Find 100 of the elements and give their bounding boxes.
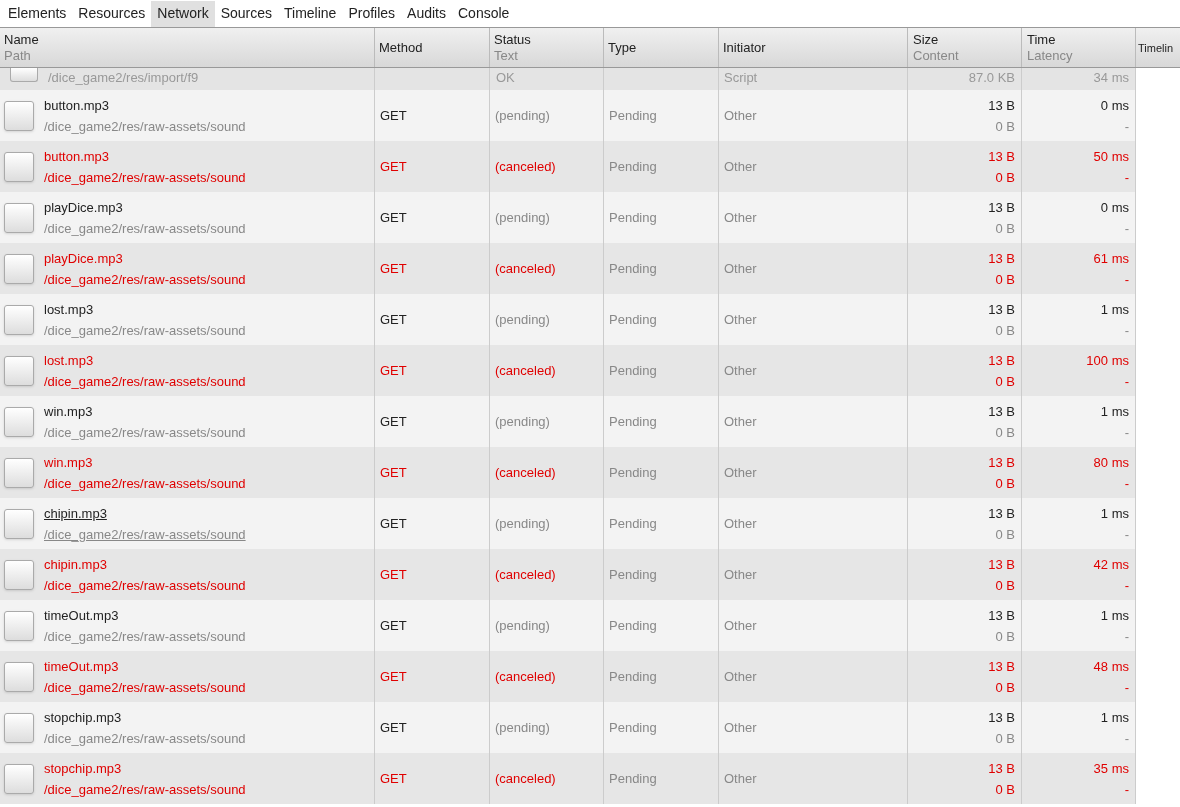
initiator-text: Other (724, 361, 757, 380)
latency-text: - (1124, 117, 1129, 136)
size-text: 13 B (988, 606, 1015, 625)
initiator-text: Other (724, 412, 757, 431)
request-name[interactable]: playDice.mp3 (44, 196, 246, 218)
type-text: Pending (609, 514, 657, 533)
status-text: (pending) (495, 412, 550, 431)
size-text: 13 B (988, 249, 1015, 268)
request-name[interactable]: chipin.mp3 (44, 553, 246, 575)
table-row[interactable]: timeOut.mp3 /dice_game2/res/raw-assets/sound GET (canceled) Pending Other 13 B 0 B 48 ms - (0, 651, 1180, 702)
table-row[interactable]: win.mp3 /dice_game2/res/raw-assets/sound GET (canceled) Pending Other 13 B 0 B 80 ms - (0, 447, 1180, 498)
request-name[interactable]: stopchip.mp3 (44, 706, 246, 728)
file-icon (4, 457, 34, 488)
file-icon (4, 661, 34, 692)
request-name[interactable]: button.mp3 (44, 94, 246, 116)
column-header[interactable]: Size (913, 31, 1021, 48)
initiator-text: Other (724, 463, 757, 482)
request-path: /dice_game2/res/raw-assets/sound (44, 219, 246, 238)
method-text: GET (380, 157, 407, 176)
table-row[interactable]: chipin.mp3 /dice_game2/res/raw-assets/sound GET (pending) Pending Other 13 B 0 B 1 ms - (0, 498, 1180, 549)
table-row[interactable]: timeOut.mp3 /dice_game2/res/raw-assets/sound GET (pending) Pending Other 13 B 0 B 1 ms - (0, 600, 1180, 651)
table-row[interactable]: playDice.mp3 /dice_game2/res/raw-assets/sound GET (canceled) Pending Other 13 B 0 B 61 ms - (0, 243, 1180, 294)
method-text: GET (380, 259, 407, 278)
column-header[interactable]: Name (4, 31, 374, 48)
panel-tab[interactable]: Resources (72, 0, 152, 27)
panel-tab[interactable]: Profiles (342, 0, 402, 27)
panel-tab[interactable]: Elements (2, 0, 73, 27)
status-text: (canceled) (495, 565, 556, 584)
request-path: /dice_game2/res/raw-assets/sound (44, 780, 246, 799)
request-name[interactable]: chipin.mp3 (44, 502, 246, 524)
table-row[interactable]: win.mp3 /dice_game2/res/raw-assets/sound GET (pending) Pending Other 13 B 0 B 1 ms - (0, 396, 1180, 447)
request-name[interactable]: timeOut.mp3 (44, 604, 246, 626)
time-text: 61 ms (1093, 249, 1129, 268)
initiator-text: Other (724, 259, 757, 278)
request-path: /dice_game2/res/raw-assets/sound (44, 627, 246, 646)
panel-tab[interactable]: Network (151, 0, 215, 27)
method-text: GET (380, 616, 407, 635)
request-name[interactable]: lost.mp3 (44, 349, 246, 371)
request-name[interactable]: timeOut.mp3 (44, 655, 246, 677)
panel-tab[interactable]: Timeline (278, 0, 343, 27)
size-text: 13 B (988, 96, 1015, 115)
latency-text: - (1124, 627, 1129, 646)
column-header[interactable]: Timelin (1138, 39, 1180, 56)
request-name[interactable]: button.mp3 (44, 145, 246, 167)
size-text: 13 B (988, 759, 1015, 778)
method-text: GET (380, 463, 407, 482)
content-size: 0 B (995, 729, 1015, 748)
file-icon (4, 151, 34, 182)
request-path: /dice_game2/res/raw-assets/sound (44, 576, 246, 595)
request-name[interactable]: stopchip.mp3 (44, 757, 246, 779)
table-row[interactable]: playDice.mp3 /dice_game2/res/raw-assets/sound GET (pending) Pending Other 13 B 0 B 0 ms - (0, 192, 1180, 243)
type-text: Pending (609, 310, 657, 329)
table-row[interactable]: stopchip.mp3 /dice_game2/res/raw-assets/sound GET (canceled) Pending Other 13 B 0 B 35 ms - (0, 753, 1180, 804)
latency-text: - (1124, 678, 1129, 697)
file-icon (4, 253, 34, 284)
size-text: 13 B (988, 504, 1015, 523)
column-header[interactable]: Method (379, 39, 489, 56)
method-text: GET (380, 208, 407, 227)
content-size: 0 B (995, 270, 1015, 289)
table-row[interactable]: chipin.mp3 /dice_game2/res/raw-assets/sound GET (canceled) Pending Other 13 B 0 B 42 ms - (0, 549, 1180, 600)
type-text: Pending (609, 667, 657, 686)
content-size: 0 B (995, 474, 1015, 493)
table-row[interactable]: lost.mp3 /dice_game2/res/raw-assets/sound GET (canceled) Pending Other 13 B 0 B 100 ms - (0, 345, 1180, 396)
table-row[interactable]: button.mp3 /dice_game2/res/raw-assets/sound GET (pending) Pending Other 13 B 0 B 0 ms - (0, 90, 1180, 141)
initiator-text: Other (724, 310, 757, 329)
request-name[interactable]: win.mp3 (44, 451, 246, 473)
content-size: 0 B (995, 423, 1015, 442)
content-size: 0 B (995, 117, 1015, 136)
column-header[interactable]: Status (494, 31, 603, 48)
type-text: Pending (609, 463, 657, 482)
type-text: Pending (609, 157, 657, 176)
latency-text: 34 ms (1093, 70, 1129, 85)
table-row[interactable]: lost.mp3 /dice_game2/res/raw-assets/sound GET (pending) Pending Other 13 B 0 B 1 ms - (0, 294, 1180, 345)
status-text: (pending) (495, 310, 550, 329)
request-path: /dice_game2/res/raw-assets/sound (44, 321, 246, 340)
column-header[interactable]: Type (608, 39, 718, 56)
table-row[interactable]: stopchip.mp3 /dice_game2/res/raw-assets/sound GET (pending) Pending Other 13 B 0 B 1 ms - (0, 702, 1180, 753)
column-header[interactable]: Initiator (723, 39, 907, 56)
panel-tab[interactable]: Console (452, 0, 516, 27)
column-header[interactable]: Time (1027, 31, 1135, 48)
type-text: Pending (609, 718, 657, 737)
type-text: Pending (609, 259, 657, 278)
file-icon (4, 763, 34, 794)
request-name[interactable]: win.mp3 (44, 400, 246, 422)
size-text: 13 B (988, 351, 1015, 370)
method-text: GET (380, 667, 407, 686)
request-path: /dice_game2/res/raw-assets/sound (44, 372, 246, 391)
time-text: 50 ms (1093, 147, 1129, 166)
file-icon (4, 202, 34, 233)
request-path: /dice_game2/res/raw-assets/sound (44, 423, 246, 442)
request-name[interactable]: lost.mp3 (44, 298, 246, 320)
table-row[interactable]: button.mp3 /dice_game2/res/raw-assets/sound GET (canceled) Pending Other 13 B 0 B 50 ms - (0, 141, 1180, 192)
type-text: Pending (609, 208, 657, 227)
panel-tab[interactable]: Sources (214, 0, 278, 27)
panel-tab[interactable]: Audits (401, 0, 452, 27)
size-text: 13 B (988, 453, 1015, 472)
content-size: 0 B (995, 678, 1015, 697)
time-text: 1 ms (1100, 300, 1129, 319)
request-name[interactable]: playDice.mp3 (44, 247, 246, 269)
time-text: 35 ms (1093, 759, 1129, 778)
